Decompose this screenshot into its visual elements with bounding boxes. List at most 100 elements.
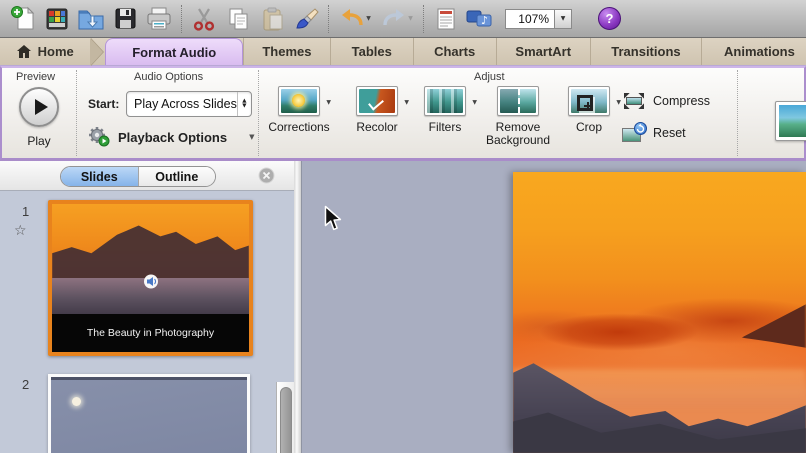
new-document-button[interactable]: [6, 3, 40, 35]
undo-button[interactable]: ▼: [334, 3, 376, 35]
corrections-button[interactable]: ▼ Corrections: [264, 86, 334, 134]
slide2-number: 2: [22, 377, 30, 392]
slide1-caption: The Beauty in Photography: [86, 326, 215, 339]
remove-background-label: Remove Background: [485, 120, 551, 147]
recolor-label: Recolor: [356, 120, 398, 134]
tab-tables[interactable]: Tables: [329, 38, 413, 65]
paste-clipboard-icon: [263, 7, 283, 30]
recolor-arrow-icon: [368, 95, 384, 111]
slide1-sky: [52, 204, 249, 281]
undo-dropdown-arrow[interactable]: ▼: [366, 15, 371, 22]
view-toggle: Slides Outline: [60, 166, 216, 187]
start-dropdown-value: Play Across Slides: [134, 97, 237, 111]
crop-dropdown-arrow[interactable]: ▼: [616, 99, 621, 106]
compress-button[interactable]: Compress: [618, 87, 710, 115]
slide1-number: 1: [22, 204, 30, 219]
tab-transitions[interactable]: Transitions: [589, 38, 701, 65]
filters-dropdown-arrow[interactable]: ▼: [472, 99, 477, 106]
filters-button[interactable]: ▼ Filters: [410, 86, 480, 134]
close-panel-button[interactable]: [258, 167, 275, 184]
play-icon: [34, 99, 48, 115]
media-browser-icon: ♪: [466, 10, 492, 27]
start-dropdown[interactable]: Play Across Slides ▲ ▼: [126, 91, 252, 117]
slides-scrollbar[interactable]: [276, 382, 294, 453]
document-layout-icon: [437, 8, 455, 29]
recolor-dropdown-arrow[interactable]: ▼: [404, 99, 409, 106]
tab-label: SmartArt: [515, 44, 572, 59]
tab-themes[interactable]: Themes: [243, 38, 330, 65]
slides-scrollbar-thumb[interactable]: [280, 387, 292, 453]
corrections-dropdown-arrow[interactable]: ▼: [326, 99, 331, 106]
moon-icon: [72, 397, 81, 406]
slide2-thumbnail[interactable]: [48, 374, 250, 453]
remove-background-button[interactable]: Remove Background: [483, 86, 553, 147]
ribbon-group-separator: [737, 70, 738, 156]
slide1-thumbnail[interactable]: The Beauty in Photography: [48, 200, 253, 356]
format-painter-button[interactable]: [289, 3, 323, 35]
paste-button[interactable]: [255, 3, 289, 35]
cut-button[interactable]: [187, 3, 221, 35]
filters-label: Filters: [428, 120, 462, 134]
sun-icon: [292, 94, 305, 107]
tab-label: Animations: [724, 44, 795, 59]
slide1-mountains: [52, 225, 249, 281]
reset-icon: [622, 122, 647, 142]
media-browser-button[interactable]: ♪: [463, 3, 497, 35]
tab-home[interactable]: Home: [0, 38, 90, 65]
copy-icon: [229, 8, 247, 29]
recolor-thumbnail-icon: ▼: [356, 86, 409, 116]
recolor-button[interactable]: ▼ Recolor: [342, 86, 412, 134]
ribbon-group-separator: [258, 70, 259, 156]
tab-slides-view[interactable]: Slides: [61, 167, 138, 186]
play-button[interactable]: [19, 87, 59, 127]
audio-speaker-icon: [143, 274, 158, 289]
redo-button[interactable]: ▼: [376, 3, 418, 35]
slides-panel-header: Slides Outline: [0, 161, 294, 191]
save-button[interactable]: [108, 3, 142, 35]
zoom-dropdown-button[interactable]: ▼: [555, 8, 572, 29]
tab-label: Format Audio: [132, 44, 217, 60]
reset-button[interactable]: Reset: [622, 122, 686, 142]
print-button[interactable]: [142, 3, 176, 35]
open-button[interactable]: [74, 3, 108, 35]
redo-icon: [383, 8, 405, 25]
panel-splitter[interactable]: [294, 161, 302, 453]
redo-dropdown-arrow[interactable]: ▼: [408, 15, 413, 22]
reset-label: Reset: [653, 126, 686, 140]
tab-format-audio[interactable]: Format Audio: [105, 38, 244, 65]
presentation-gallery-button[interactable]: [40, 3, 74, 35]
help-button[interactable]: ?: [598, 7, 621, 30]
slide-thumbnails-pane: 1 ☆ The Beauty in Photography 2: [0, 191, 294, 453]
cut-scissors-icon: [193, 7, 215, 31]
undo-icon: [342, 8, 363, 25]
tab-animations[interactable]: Animations: [701, 38, 806, 65]
play-button-label: Play: [27, 134, 51, 148]
slides-toggle-label: Slides: [80, 169, 118, 184]
picture-style-preview-icon: [779, 105, 806, 137]
tab-smartart[interactable]: SmartArt: [495, 38, 590, 65]
open-folder-icon: [78, 10, 104, 29]
presentation-gallery-icon: [46, 8, 68, 29]
group-label-preview: Preview: [16, 71, 56, 83]
tab-outline-view[interactable]: Outline: [137, 167, 215, 186]
crop-thumbnail-icon: ▼: [568, 86, 621, 116]
ribbon-tab-bar: Home Format Audio Themes Tables Charts S…: [0, 38, 806, 66]
playback-gear-icon: [89, 127, 110, 147]
playback-options-label: Playback Options: [118, 129, 228, 145]
tab-charts[interactable]: Charts: [412, 38, 496, 65]
tab-label: Themes: [262, 44, 312, 59]
toolbar-separator: [181, 4, 182, 33]
sunset-picture[interactable]: [513, 172, 806, 453]
corrections-thumbnail-icon: ▼: [278, 86, 331, 116]
stepper-icon[interactable]: ▲ ▼: [236, 92, 251, 116]
show-formatting-button[interactable]: [429, 3, 463, 35]
crop-button[interactable]: ▼ Crop: [554, 86, 624, 134]
zoom-value-field[interactable]: 107%: [505, 8, 555, 29]
slide-editing-canvas[interactable]: [302, 161, 806, 453]
remove-background-thumbnail-icon: [497, 86, 539, 116]
copy-button[interactable]: [221, 3, 255, 35]
removed-region: [500, 89, 518, 113]
start-label: Start:: [88, 97, 120, 111]
picture-style-thumbnail[interactable]: [775, 101, 806, 141]
playback-options-button[interactable]: Playback Options ▼: [88, 126, 254, 148]
